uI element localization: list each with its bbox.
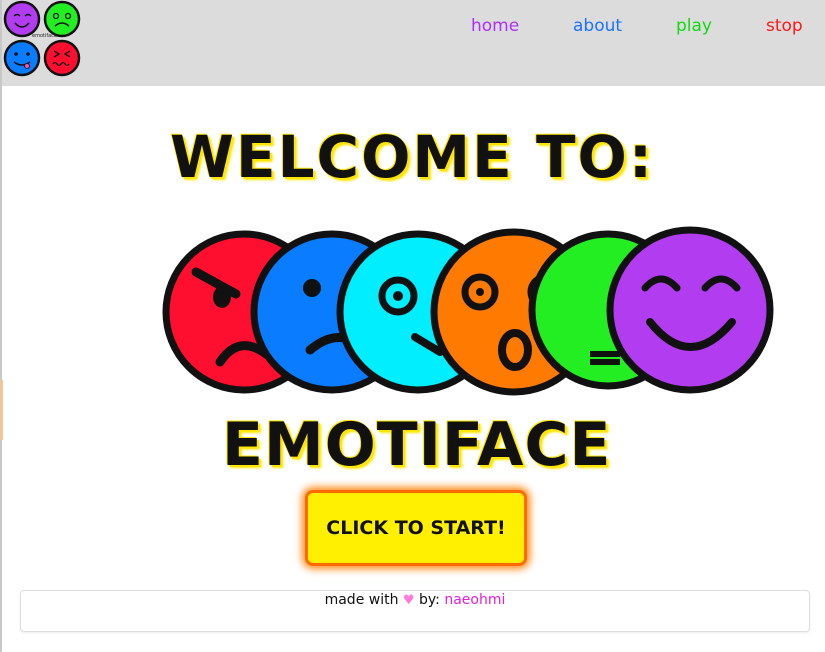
logo[interactable]: emotiface <box>2 0 82 80</box>
page: emotiface home about play stop WELCOME T… <box>0 0 825 652</box>
logo-caption: emotiface <box>32 33 58 39</box>
by-text: by: <box>419 592 440 608</box>
happy-face-icon <box>606 226 774 394</box>
heart-icon: ♥ <box>402 593 415 608</box>
nav-home-link[interactable]: home <box>471 14 519 38</box>
nav-about-link[interactable]: about <box>573 14 622 38</box>
nav-play-link[interactable]: play <box>676 14 712 38</box>
brand-title: EMOTIFACE <box>222 410 612 480</box>
nav-stop-link[interactable]: stop <box>766 14 803 38</box>
made-with-text: made with <box>324 592 399 608</box>
footer-credit: made with ♥ by: naeohmi <box>21 591 809 610</box>
welcome-heading: WELCOME TO: <box>170 123 655 191</box>
header-bar <box>2 0 825 86</box>
logo-faces-icon <box>3 0 81 77</box>
author-link[interactable]: naeohmi <box>444 592 505 608</box>
window-edge-marker <box>0 380 3 440</box>
emotion-faces-illustration <box>162 226 774 396</box>
start-button[interactable]: CLICK TO START! <box>305 490 527 566</box>
window-edge <box>0 0 2 652</box>
footer: made with ♥ by: naeohmi <box>20 590 810 632</box>
